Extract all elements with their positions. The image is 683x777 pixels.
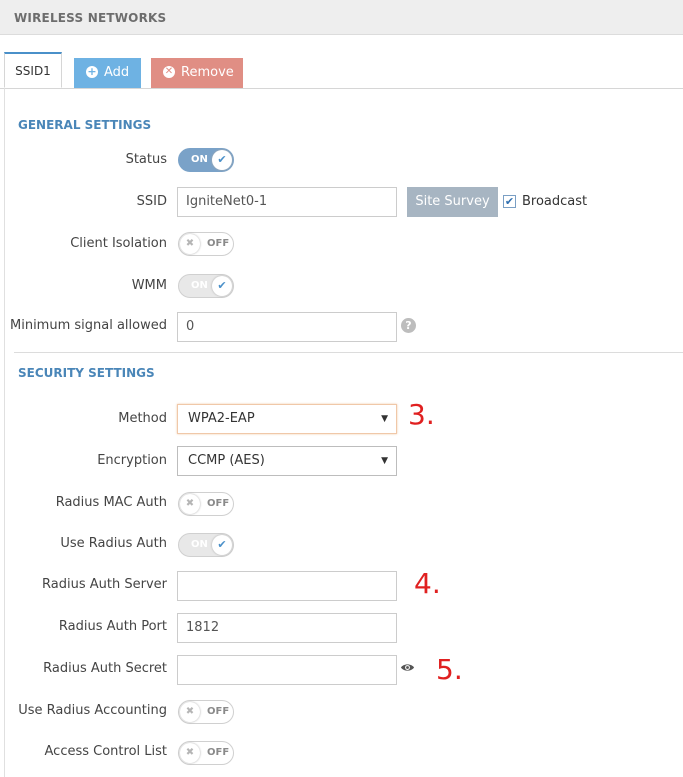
remove-button[interactable]: ✕ Remove — [151, 58, 243, 88]
page-title: WIRELESS NETWORKS — [14, 11, 167, 25]
add-label: Add — [104, 65, 130, 80]
site-survey-button[interactable]: Site Survey — [407, 187, 498, 217]
access-control-list-label: Access Control List — [44, 744, 167, 759]
section-divider — [14, 352, 683, 353]
eye-icon[interactable] — [400, 660, 415, 675]
toggle-text: OFF — [207, 238, 230, 249]
plus-circle-icon: + — [86, 64, 98, 78]
wmm-toggle[interactable]: ON ✔ — [178, 274, 234, 298]
use-radius-auth-toggle[interactable]: ON ✔ — [178, 533, 234, 557]
tab-ssid1[interactable]: SSID1 — [4, 52, 62, 88]
security-settings-title: SECURITY SETTINGS — [18, 366, 155, 380]
x-icon: ✖ — [180, 494, 200, 514]
panel-border — [4, 88, 5, 777]
ssid-input[interactable]: IgniteNet0-1 — [177, 187, 397, 217]
use-radius-accounting-label: Use Radius Accounting — [18, 703, 167, 718]
radius-auth-secret-label: Radius Auth Secret — [43, 661, 167, 676]
method-value: WPA2-EAP — [188, 411, 255, 426]
page-header: WIRELESS NETWORKS — [0, 0, 683, 35]
x-icon: ✖ — [180, 702, 200, 722]
toggle-text: OFF — [207, 706, 230, 717]
client-isolation-toggle[interactable]: ✖ OFF — [178, 232, 234, 256]
method-label: Method — [118, 411, 167, 426]
toggle-text: ON — [191, 280, 208, 291]
dropdown-arrow-icon: ▼ — [381, 414, 388, 424]
use-radius-auth-label: Use Radius Auth — [60, 536, 167, 551]
radius-mac-auth-label: Radius MAC Auth — [55, 495, 167, 510]
x-circle-icon: ✕ — [163, 65, 175, 78]
radius-mac-auth-toggle[interactable]: ✖ OFF — [178, 492, 234, 516]
min-signal-input[interactable]: 0 — [177, 312, 397, 342]
encryption-select[interactable]: CCMP (AES) ▼ — [177, 446, 397, 476]
remove-label: Remove — [181, 65, 234, 80]
toggle-text: ON — [191, 154, 208, 165]
wmm-label: WMM — [131, 278, 167, 293]
add-button[interactable]: + Add — [74, 58, 141, 88]
broadcast-label: Broadcast — [522, 194, 588, 209]
dropdown-arrow-icon: ▼ — [381, 456, 388, 466]
encryption-value: CCMP (AES) — [188, 453, 265, 468]
tab-bar: SSID1 + Add ✕ Remove — [0, 52, 683, 89]
status-toggle[interactable]: ON ✔ — [178, 148, 234, 172]
client-isolation-label: Client Isolation — [70, 236, 167, 251]
check-icon: ✔ — [212, 276, 232, 296]
radius-auth-port-input[interactable]: 1812 — [177, 613, 397, 643]
radius-auth-secret-input[interactable] — [177, 655, 397, 685]
check-icon: ✔ — [212, 535, 232, 555]
toggle-text: OFF — [207, 747, 230, 758]
radius-auth-server-label: Radius Auth Server — [42, 577, 167, 592]
toggle-text: ON — [191, 539, 208, 550]
check-icon: ✔ — [212, 150, 232, 170]
broadcast-checkbox[interactable]: ✔ — [503, 195, 516, 208]
encryption-label: Encryption — [97, 453, 167, 468]
question-circle-icon[interactable]: ? — [401, 318, 416, 333]
status-label: Status — [125, 152, 167, 167]
toggle-text: OFF — [207, 498, 230, 509]
ssid-label: SSID — [136, 194, 167, 209]
access-control-list-toggle[interactable]: ✖ OFF — [178, 741, 234, 765]
annotation-5: 5. — [436, 653, 463, 686]
general-settings-title: GENERAL SETTINGS — [18, 118, 152, 132]
radius-auth-server-input[interactable] — [177, 571, 397, 601]
annotation-3: 3. — [408, 398, 435, 431]
use-radius-accounting-toggle[interactable]: ✖ OFF — [178, 700, 234, 724]
x-icon: ✖ — [180, 234, 200, 254]
x-icon: ✖ — [180, 743, 200, 763]
method-select[interactable]: WPA2-EAP ▼ — [177, 404, 397, 434]
min-signal-label: Minimum signal allowed — [10, 318, 167, 333]
radius-auth-port-label: Radius Auth Port — [58, 619, 167, 634]
annotation-4: 4. — [414, 567, 441, 600]
